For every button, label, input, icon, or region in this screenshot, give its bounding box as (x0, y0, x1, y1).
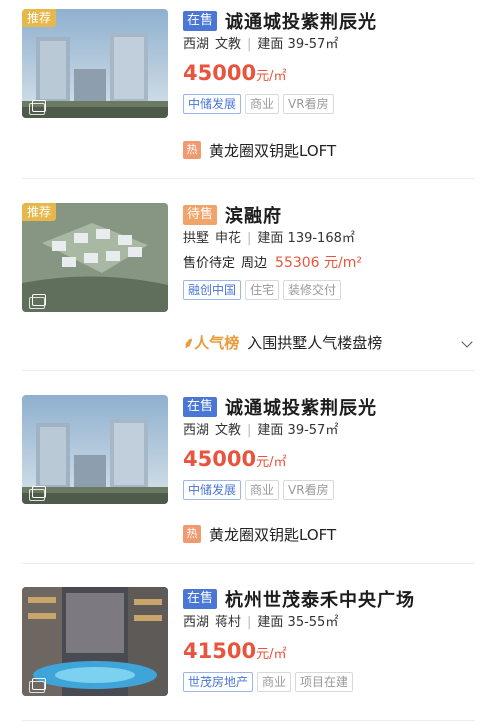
listing-info: 待售 滨融府 拱墅 申花 | 建面 139-168㎡ 售价待定 周边 55306 元/m²… (183, 203, 475, 300)
listing-info: 在售 杭州世茂泰禾中央广场 西湖 蒋村 | 建面 35-55㎡ 41500元/㎡ 世茂… (183, 587, 475, 692)
price: 45000元/㎡ (183, 58, 475, 88)
build-area: 建面 39-57㎡ (257, 423, 339, 438)
tag-feature: 项目在建 (295, 672, 354, 692)
album-icon (29, 294, 46, 309)
album-icon (29, 678, 46, 693)
listing-image[interactable] (22, 395, 168, 504)
hot-row[interactable]: 热 黄龙圈双钥匙LOFT (183, 139, 475, 161)
listing-card[interactable]: 推荐 待售 滨融府 拱墅 申花 | 建面 139-168㎡ 售价待定 周边 55306 元… (0, 203, 495, 373)
album-icon (29, 486, 46, 501)
price-around-value: 55306 元/m² (275, 255, 362, 271)
price-unit: 元/㎡ (256, 647, 287, 662)
build-area: 建面 35-55㎡ (257, 615, 339, 630)
tag-type: 商业 (245, 480, 280, 500)
area-tag: 文教 (215, 423, 242, 438)
listing-title[interactable]: 诚通城投紫荆辰光 (225, 394, 377, 420)
tag-type: 商业 (245, 94, 280, 114)
district: 西湖 (183, 615, 210, 630)
tag-feature: VR看房 (283, 480, 334, 500)
build-area: 建面 39-57㎡ (257, 37, 339, 52)
status-badge: 在售 (183, 11, 218, 31)
listing-meta: 西湖 蒋村 | 建面 35-55㎡ (183, 613, 475, 633)
price-unit: 元/㎡ (256, 455, 287, 470)
price-value: 41500 (183, 639, 257, 663)
price-around-label: 周边 (241, 256, 268, 271)
hot-text: 黄龙圈双钥匙LOFT (209, 141, 337, 160)
hot-text: 黄龙圈双钥匙LOFT (209, 525, 337, 544)
listing-meta: 西湖 文教 | 建面 39-57㎡ (183, 35, 475, 55)
tag-type: 商业 (257, 672, 292, 692)
card-divider (22, 563, 475, 564)
tag-developer: 中储发展 (183, 480, 242, 500)
price-unit: 元/㎡ (256, 69, 287, 84)
meta-divider: | (247, 615, 252, 630)
price-value: 45000 (183, 61, 257, 85)
popularity-badge: ⸙人气榜 (183, 332, 239, 353)
listing-feed: 推荐 在售 诚通城投紫荆辰光 西湖 文教 | 建面 39-57㎡ 45000元/㎡ 中… (0, 0, 495, 723)
card-divider (22, 178, 475, 179)
hot-row[interactable]: 热 黄龙圈双钥匙LOFT (183, 523, 475, 545)
flame-icon: ⸙ (183, 333, 195, 352)
card-divider (22, 720, 475, 721)
tag-type: 住宅 (245, 280, 280, 300)
area-tag: 申花 (215, 231, 242, 246)
hot-badge: 热 (183, 141, 201, 159)
listing-info: 在售 诚通城投紫荆辰光 西湖 文教 | 建面 39-57㎡ 45000元/㎡ 中储发展… (183, 395, 475, 500)
listing-info: 在售 诚通城投紫荆辰光 西湖 文教 | 建面 39-57㎡ 45000元/㎡ 中储发展… (183, 9, 475, 114)
listing-title[interactable]: 诚通城投紫荆辰光 (225, 8, 377, 34)
tag-list: 世茂房地产 商业 项目在建 (183, 672, 475, 692)
album-icon (29, 100, 46, 115)
listing-meta: 西湖 文教 | 建面 39-57㎡ (183, 421, 475, 441)
popularity-text: 入围拱墅人气楼盘榜 (247, 333, 383, 352)
listing-meta: 拱墅 申花 | 建面 139-168㎡ (183, 229, 475, 249)
tag-developer: 中储发展 (183, 94, 242, 114)
tag-list: 中储发展 商业 VR看房 (183, 480, 475, 500)
price-pending: 售价待定 (183, 256, 236, 271)
tag-list: 融创中国 住宅 装修交付 (183, 280, 475, 300)
tag-feature: VR看房 (283, 94, 334, 114)
recommend-badge: 推荐 (22, 9, 57, 27)
listing-image[interactable]: 推荐 (22, 203, 168, 312)
tag-feature: 装修交付 (283, 280, 342, 300)
listing-image[interactable] (22, 587, 168, 696)
status-badge: 在售 (183, 397, 218, 417)
listing-card[interactable]: 推荐 在售 诚通城投紫荆辰光 西湖 文教 | 建面 39-57㎡ 45000元/㎡ 中… (0, 9, 495, 179)
build-area: 建面 139-168㎡ (257, 231, 355, 246)
listing-card[interactable]: 在售 诚通城投紫荆辰光 西湖 文教 | 建面 39-57㎡ 45000元/㎡ 中储发展… (0, 395, 495, 565)
district: 西湖 (183, 423, 210, 438)
meta-divider: | (247, 423, 252, 438)
hot-badge: 热 (183, 525, 201, 543)
meta-divider: | (247, 37, 252, 52)
price: 售价待定 周边 55306 元/m² (183, 252, 475, 274)
status-badge: 待售 (183, 205, 218, 225)
listing-title[interactable]: 杭州世茂泰禾中央广场 (225, 586, 415, 612)
popularity-label: 人气榜 (194, 333, 240, 352)
area-tag: 蒋村 (215, 615, 242, 630)
recommend-badge: 推荐 (22, 203, 57, 221)
price: 41500元/㎡ (183, 636, 475, 666)
card-divider (22, 370, 475, 371)
meta-divider: | (247, 231, 252, 246)
area-tag: 文教 (215, 37, 242, 52)
listing-image[interactable]: 推荐 (22, 9, 168, 118)
tag-list: 中储发展 商业 VR看房 (183, 94, 475, 114)
tag-developer: 融创中国 (183, 280, 242, 300)
listing-card[interactable]: 在售 杭州世茂泰禾中央广场 西湖 蒋村 | 建面 35-55㎡ 41500元/㎡ 世茂… (0, 587, 495, 723)
district: 西湖 (183, 37, 210, 52)
price: 45000元/㎡ (183, 444, 475, 474)
tag-developer: 世茂房地产 (183, 672, 254, 692)
chevron-down-icon[interactable] (461, 336, 473, 348)
status-badge: 在售 (183, 589, 218, 609)
popularity-row[interactable]: ⸙人气榜 入围拱墅人气楼盘榜 (183, 331, 475, 353)
district: 拱墅 (183, 231, 210, 246)
listing-title[interactable]: 滨融府 (225, 202, 282, 228)
price-value: 45000 (183, 447, 257, 471)
